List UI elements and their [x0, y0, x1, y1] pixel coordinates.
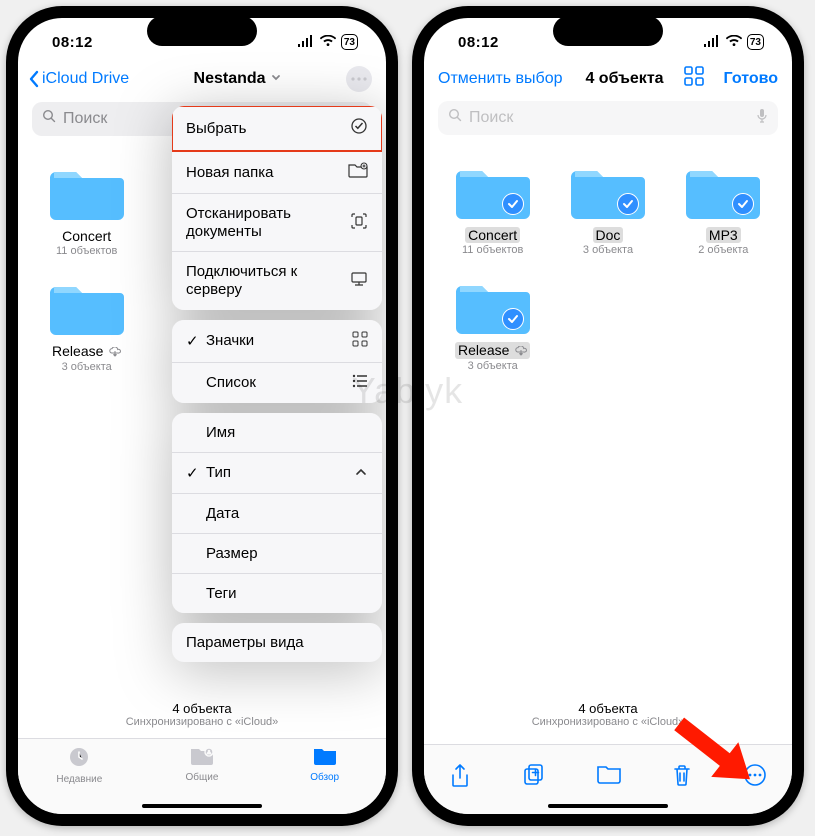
tab-bar: Недавние Общие Обзор: [18, 738, 386, 814]
search-input: Поиск: [438, 101, 778, 135]
newfolder-icon: [348, 162, 368, 182]
folder-icon: [50, 279, 124, 337]
shared-folder-icon: [189, 745, 215, 770]
folder-name: Release: [455, 342, 530, 359]
phone-left: 08:12 73 iCloud Drive Nestanda: [6, 6, 398, 826]
menu-sort-date[interactable]: Дата: [172, 494, 382, 534]
mic-icon: [756, 108, 768, 129]
selected-check-icon: [502, 308, 524, 330]
chevron-down-icon: [270, 70, 282, 88]
menu-view-list[interactable]: Список: [172, 363, 382, 403]
menu-sort-size[interactable]: Размер: [172, 534, 382, 574]
search-placeholder: Поиск: [63, 110, 107, 128]
folder-name: Release: [52, 343, 121, 360]
signal-icon: [297, 34, 315, 51]
folder-item[interactable]: Concert 11 объектов: [32, 164, 141, 257]
dynamic-island: [553, 16, 663, 46]
selected-check-icon: [617, 193, 639, 215]
folder-icon: [50, 164, 124, 222]
layout-toggle-button[interactable]: [684, 66, 704, 91]
folder-name: MP3: [706, 227, 741, 243]
folder-sub: 3 объекта: [583, 244, 633, 256]
menu-select[interactable]: Выбрать: [172, 106, 382, 151]
menu-scan-documents[interactable]: Отсканироватьдокументы: [172, 194, 382, 252]
status-time: 08:12: [52, 34, 93, 51]
wifi-icon: [726, 34, 742, 51]
selection-count: 4 объекта: [585, 70, 663, 88]
footer-summary: 4 объекта Синхронизировано с «iCloud»: [424, 701, 792, 728]
phone-right: 08:12 73 Отменить выбор 4 объекта Готово…: [412, 6, 804, 826]
folder-sub: 11 объектов: [462, 244, 523, 256]
home-indicator: [142, 804, 262, 808]
search-icon: [448, 108, 463, 128]
folder-icon: [456, 163, 530, 221]
menu-view-options[interactable]: Параметры вида: [172, 623, 382, 662]
folder-item[interactable]: Release 3 объекта: [438, 278, 547, 372]
clock-icon: [67, 745, 91, 772]
icloud-download-icon: [109, 344, 121, 360]
selected-check-icon: [502, 193, 524, 215]
folder-sub: 3 объекта: [62, 361, 112, 373]
chevron-up-icon: [354, 464, 368, 481]
more-button[interactable]: [346, 66, 372, 92]
icloud-download-icon: [515, 343, 527, 359]
server-icon: [350, 271, 368, 291]
menu-sort-name[interactable]: Имя: [172, 413, 382, 453]
scan-icon: [350, 212, 368, 234]
home-indicator: [548, 804, 668, 808]
folder-grid: Concert 11 объектов Doc 3 объекта MP3 2 …: [424, 145, 792, 372]
footer-summary: 4 объекта Синхронизировано с «iCloud»: [18, 701, 386, 728]
folder-item[interactable]: Release 3 объекта: [32, 279, 141, 373]
menu-view-icons[interactable]: ✓Значки: [172, 320, 382, 363]
search-placeholder: Поиск: [469, 109, 513, 127]
select-icon: [350, 117, 368, 139]
signal-icon: [703, 34, 721, 51]
nav-bar: iCloud Drive Nestanda: [18, 66, 386, 100]
menu-new-folder[interactable]: Новая папка: [172, 151, 382, 194]
tab-recents[interactable]: Недавние: [39, 745, 119, 814]
folder-icon: [571, 163, 645, 221]
move-button[interactable]: [592, 759, 626, 792]
menu-connect-server[interactable]: Подключиться ксерверу: [172, 252, 382, 309]
folder-item[interactable]: Concert 11 объектов: [438, 163, 547, 256]
grid-icon: [352, 331, 368, 351]
nav-bar: Отменить выбор 4 объекта Готово: [424, 66, 792, 99]
share-button[interactable]: [445, 759, 475, 796]
status-time: 08:12: [458, 34, 499, 51]
dynamic-island: [147, 16, 257, 46]
tab-browse[interactable]: Обзор: [285, 745, 365, 814]
folder-item[interactable]: Doc 3 объекта: [553, 163, 662, 256]
search-icon: [42, 109, 57, 129]
folder-title[interactable]: Nestanda: [194, 70, 282, 88]
context-menu: Выбрать Новая папка Отсканироватьдокумен…: [172, 106, 382, 672]
folder-icon: [686, 163, 760, 221]
folder-sub: 2 объекта: [698, 244, 748, 256]
wifi-icon: [320, 34, 336, 51]
duplicate-button[interactable]: [518, 759, 550, 794]
browse-folder-icon: [312, 745, 338, 770]
done-button[interactable]: Готово: [724, 70, 778, 88]
back-button[interactable]: iCloud Drive: [28, 70, 129, 88]
folder-name: Doc: [593, 227, 624, 243]
folder-name: Concert: [465, 227, 520, 243]
list-icon: [352, 374, 368, 392]
folder-sub: 11 объектов: [56, 245, 117, 257]
menu-sort-type[interactable]: ✓Тип: [172, 453, 382, 494]
menu-sort-tags[interactable]: Теги: [172, 574, 382, 613]
folder-sub: 3 объекта: [468, 360, 518, 372]
folder-icon: [456, 278, 530, 336]
battery-indicator: 73: [747, 34, 764, 50]
battery-indicator: 73: [341, 34, 358, 50]
folder-name: Concert: [62, 228, 111, 244]
folder-item[interactable]: MP3 2 объекта: [669, 163, 778, 256]
cancel-selection-button[interactable]: Отменить выбор: [438, 70, 575, 88]
